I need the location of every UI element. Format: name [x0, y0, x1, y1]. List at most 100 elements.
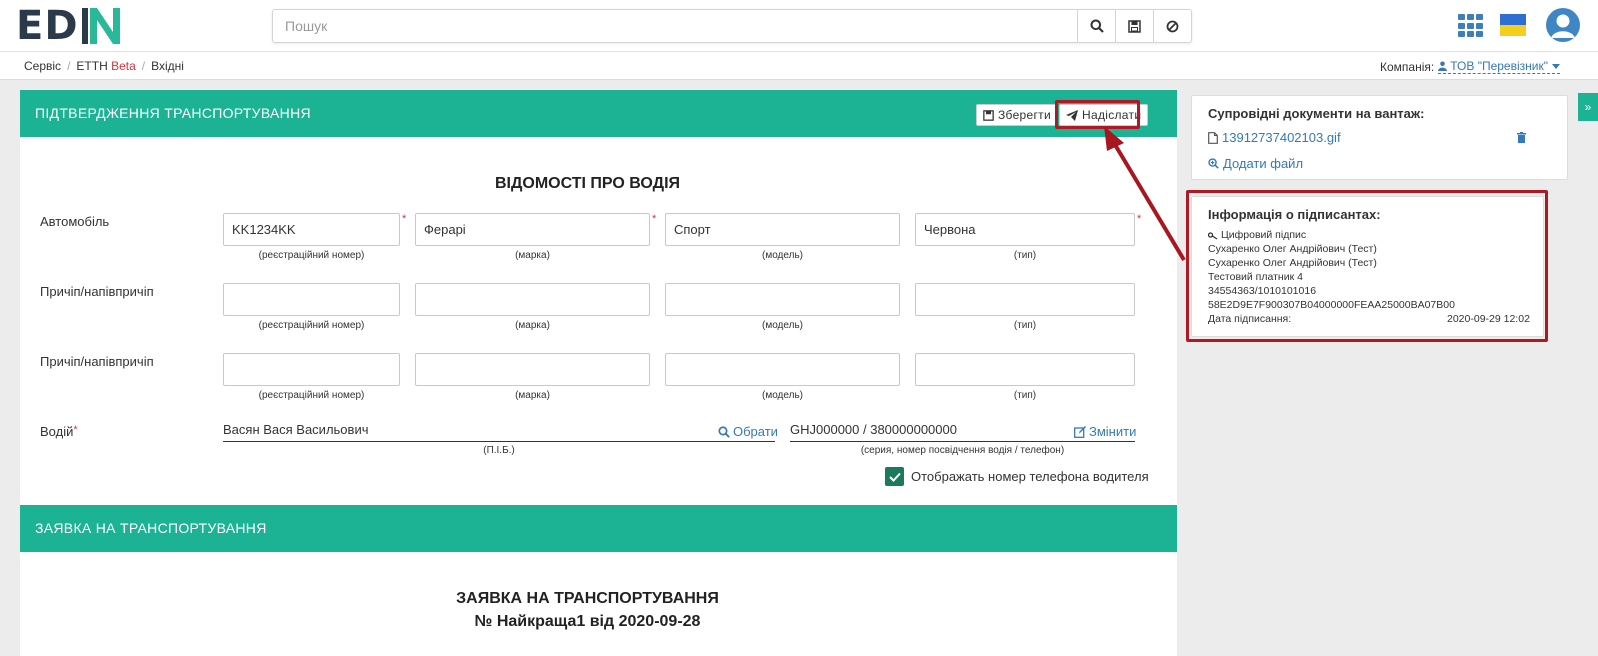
change-driver-doc-link[interactable]: Змінити [1074, 424, 1136, 439]
brand-hint: (марка) [515, 250, 550, 261]
show-phone-checkbox[interactable]: Отображать номер телефона водителя [885, 467, 1149, 486]
driver-info-title: ВІДОМОСТІ ПРО ВОДІЯ [494, 175, 681, 192]
car-reg-number-field[interactable]: KK1234KK [223, 213, 400, 246]
model-hint: (модель) [762, 250, 803, 261]
company-value: ТОВ "Перевізник" [1450, 59, 1548, 73]
search-input[interactable] [273, 10, 1077, 42]
breadcrumb-ettn-label: ЕТТН [76, 59, 108, 73]
car-brand-field[interactable]: Ферарі [415, 213, 650, 246]
send-button-highlight [1055, 100, 1140, 129]
search-bar [272, 9, 1192, 43]
edit-icon [1074, 425, 1086, 438]
breadcrumb-item-service[interactable]: Сервіс [24, 59, 61, 73]
company-selector: Компанія: ТОВ "Перевізник" [1380, 59, 1560, 74]
double-chevron-right-icon: » [1584, 100, 1592, 114]
request-section-header: ЗАЯВКА НА ТРАНСПОРТУВАННЯ [20, 505, 1177, 552]
change-label: Змінити [1089, 424, 1137, 439]
checkbox-checked[interactable] [885, 467, 904, 486]
driver-name-value: Васян Вася Васильович [223, 422, 369, 437]
expand-panel-button[interactable]: » [1578, 93, 1598, 121]
request-section-title: ЗАЯВКА НА ТРАНСПОРТУВАННЯ [35, 520, 267, 536]
add-icon [1208, 158, 1219, 169]
attachment-file-name: 13912737402103.gif [1222, 130, 1341, 145]
save-icon [1128, 19, 1141, 33]
driver-name-hint: (П.І.Б.) [483, 445, 515, 456]
trailer-1-brand-field[interactable] [415, 283, 650, 316]
breadcrumb-item-incoming: Вхідні [151, 59, 184, 73]
driver-label-text: Водій [40, 424, 74, 439]
driver-label: Водій* [40, 424, 78, 439]
top-bar: ED [0, 0, 1598, 52]
breadcrumb: Сервіс / ЕТТН Beta / Вхідні [24, 59, 184, 73]
company-dropdown[interactable]: ТОВ "Перевізник" [1438, 59, 1560, 74]
logo-text: ED [16, 3, 79, 49]
add-file-link[interactable]: Додати файл [1208, 156, 1303, 171]
breadcrumb-separator: / [141, 59, 146, 73]
attachments-title: Супровідні документи на вантаж: [1208, 106, 1425, 121]
type-hint: (тип) [1013, 320, 1037, 331]
trailer-2-model-field[interactable] [665, 353, 900, 386]
save-search-button[interactable] [1115, 10, 1153, 42]
signers-card-highlight [1186, 190, 1548, 342]
apps-grid-icon[interactable] [1458, 14, 1484, 38]
required-mark: * [652, 213, 657, 225]
user-icon [1438, 61, 1448, 71]
required-mark: * [73, 424, 78, 436]
choose-driver-link[interactable]: Обрати [718, 424, 778, 439]
type-hint: (тип) [1013, 390, 1037, 401]
save-button[interactable]: Зберегти [976, 104, 1058, 126]
add-file-label: Додати файл [1223, 156, 1304, 171]
logo-n-icon [89, 8, 120, 44]
confirmation-section-header: ПІДТВЕРДЖЕННЯ ТРАНСПОРТУВАННЯ Зберегти Н… [20, 90, 1177, 137]
trailer-1-label: Причіп/напівпричіп [40, 284, 154, 299]
request-doc-title: ЗАЯВКА НА ТРАНСПОРТУВАННЯ [456, 590, 719, 607]
beta-badge: Beta [111, 59, 136, 73]
edin-logo[interactable]: ED [16, 3, 120, 49]
required-mark: * [1137, 213, 1142, 225]
car-model-field[interactable]: Спорт [665, 213, 900, 246]
breadcrumb-bar: Сервіс / ЕТТН Beta / Вхідні Компанія: ТО… [0, 52, 1598, 80]
reg-number-hint: (реєстраційний номер) [258, 320, 365, 331]
request-doc-number: № Найкраща1 від 2020-09-28 [474, 613, 701, 630]
trailer-1-model-field[interactable] [665, 283, 900, 316]
driver-name-field[interactable]: Васян Вася Васильович [223, 422, 775, 442]
car-label: Автомобіль [40, 214, 110, 229]
trailer-1-type-field[interactable] [915, 283, 1135, 316]
reg-number-hint: (реєстраційний номер) [258, 250, 365, 261]
company-label: Компанія: [1380, 59, 1435, 74]
model-hint: (модель) [762, 390, 803, 401]
type-hint: (тип) [1013, 250, 1037, 261]
caret-down-icon [1552, 63, 1560, 69]
trailer-2-brand-field[interactable] [415, 353, 650, 386]
show-phone-label: Отображать номер телефона водителя [911, 469, 1149, 484]
breadcrumb-item-ettn[interactable]: ЕТТН Beta [76, 59, 135, 73]
checkmark-icon [888, 472, 901, 482]
driver-document-hint: (серия, номер посвідчення водія / телефо… [860, 445, 1065, 456]
trailer-1-reg-number-field[interactable] [223, 283, 400, 316]
required-mark: * [402, 213, 407, 225]
main-panel: ПІДТВЕРДЖЕННЯ ТРАНСПОРТУВАННЯ Зберегти Н… [20, 90, 1177, 656]
brand-hint: (марка) [515, 320, 550, 331]
attachment-file-link[interactable]: 13912737402103.gif [1208, 130, 1341, 145]
search-icon [718, 425, 730, 438]
brand-hint: (марка) [515, 390, 550, 401]
breadcrumb-separator: / [67, 59, 71, 73]
attachments-card: Супровідні документи на вантаж: 13912737… [1191, 95, 1568, 180]
save-icon [983, 109, 994, 121]
search-button[interactable] [1077, 10, 1115, 42]
confirmation-section-title: ПІДТВЕРДЖЕННЯ ТРАНСПОРТУВАННЯ [35, 105, 311, 121]
trailer-2-type-field[interactable] [915, 353, 1135, 386]
trailer-2-reg-number-field[interactable] [223, 353, 400, 386]
cancel-icon [1166, 20, 1179, 32]
save-button-label: Зберегти [998, 108, 1051, 122]
trash-icon[interactable] [1517, 132, 1526, 143]
trailer-2-label: Причіп/напівпричіп [40, 354, 154, 369]
car-type-field[interactable]: Червона [915, 213, 1135, 246]
user-avatar-icon[interactable] [1546, 8, 1580, 42]
ukraine-flag-icon[interactable] [1500, 14, 1526, 36]
clear-search-button[interactable] [1153, 10, 1191, 42]
reg-number-hint: (реєстраційний номер) [258, 390, 365, 401]
search-icon [1090, 19, 1104, 33]
driver-document-value: GHJ000000 / 380000000000 [790, 422, 957, 437]
file-icon [1208, 131, 1218, 144]
